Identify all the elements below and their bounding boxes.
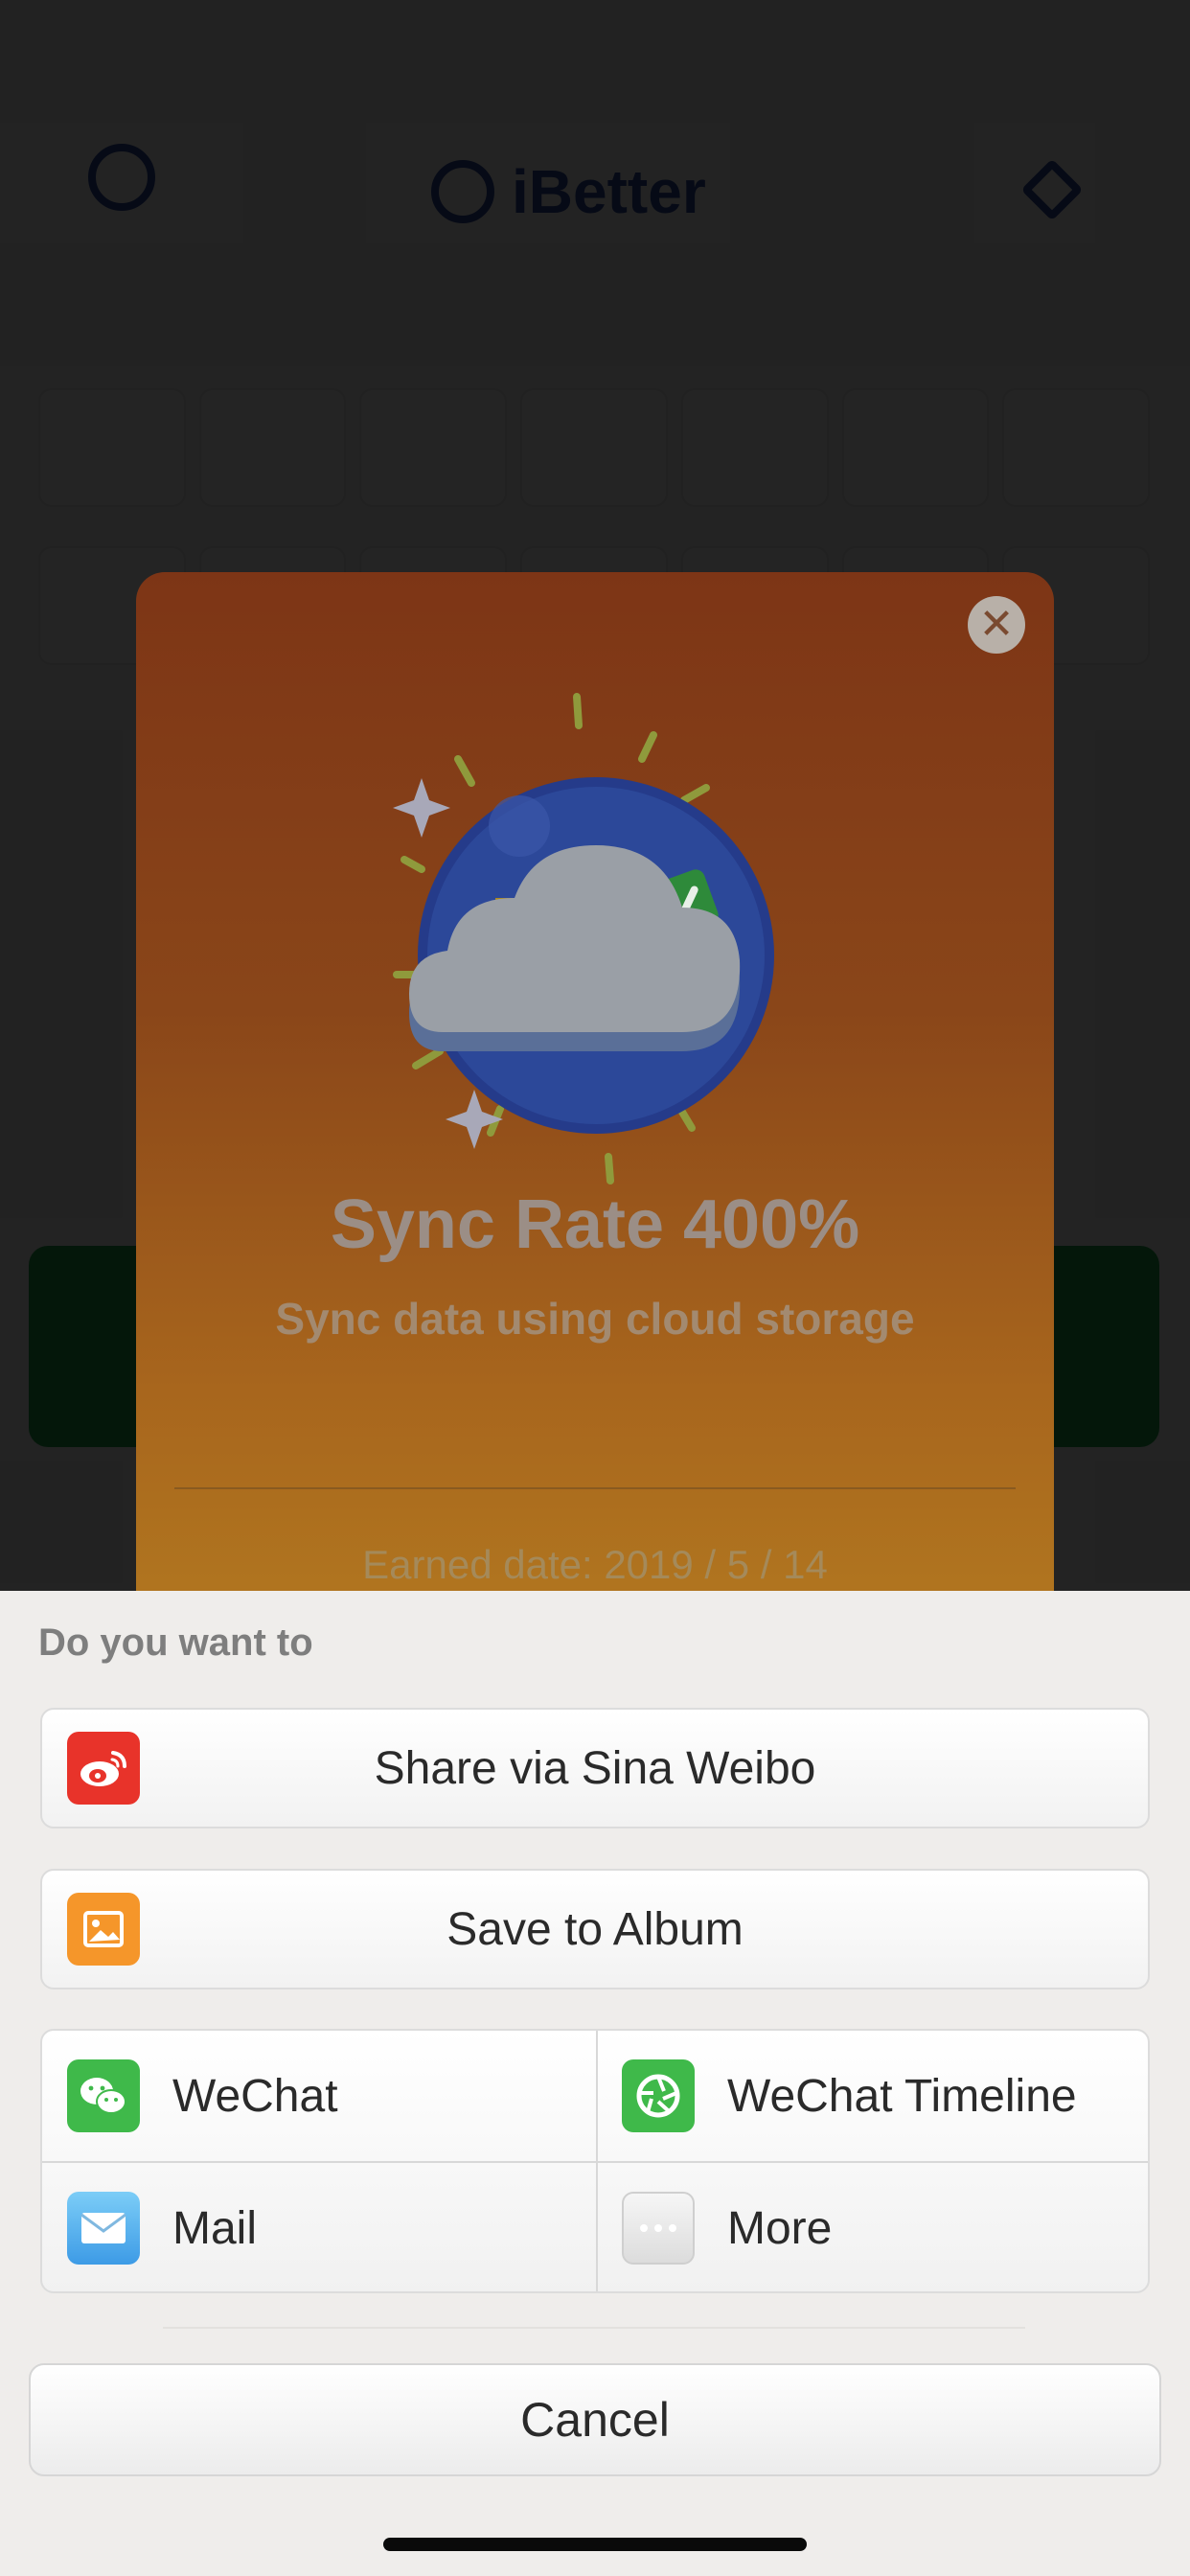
grid-divider bbox=[42, 2161, 1148, 2163]
mail-icon bbox=[67, 2192, 140, 2265]
earned-date: Earned date: 2019 / 5 / 14 bbox=[362, 1542, 828, 1587]
wechat-icon bbox=[67, 2059, 140, 2132]
divider bbox=[163, 2327, 1025, 2329]
close-icon[interactable]: ✕ bbox=[968, 596, 1025, 654]
divider bbox=[174, 1487, 1016, 1489]
share-mail-button[interactable]: Mail bbox=[42, 2163, 597, 2291]
cloud-trophy-badge-icon bbox=[393, 693, 774, 1184]
share-wechat-button[interactable]: WeChat bbox=[42, 2031, 597, 2162]
wechat-timeline-icon bbox=[622, 2059, 695, 2132]
share-mail-label: Mail bbox=[172, 2203, 258, 2254]
share-weibo-label: Share via Sina Weibo bbox=[374, 1742, 816, 1794]
share-wechat-timeline-label: WeChat Timeline bbox=[727, 2071, 1077, 2122]
cancel-button[interactable]: Cancel bbox=[29, 2363, 1161, 2476]
save-to-album-label: Save to Album bbox=[446, 1903, 744, 1955]
sheet-prompt: Do you want to bbox=[38, 1622, 313, 1664]
share-app-grid: WeChat WeChat Timeline Mail More bbox=[40, 2029, 1150, 2293]
home-indicator[interactable] bbox=[383, 2538, 807, 2551]
share-weibo-button[interactable]: Share via Sina Weibo bbox=[40, 1708, 1150, 1828]
share-more-label: More bbox=[727, 2203, 833, 2254]
share-wechat-label: WeChat bbox=[172, 2071, 338, 2122]
save-to-album-button[interactable]: Save to Album bbox=[40, 1869, 1150, 1990]
achievement-card: ✕ Sync Rate 400% Sync data using cloud s… bbox=[136, 572, 1054, 1665]
share-sheet: Do you want to Share via Sina Weibo Save… bbox=[0, 1591, 1190, 2576]
more-icon bbox=[622, 2192, 695, 2265]
share-more-button[interactable]: More bbox=[597, 2163, 1148, 2291]
share-wechat-timeline-button[interactable]: WeChat Timeline bbox=[597, 2031, 1148, 2162]
achievement-subtitle: Sync data using cloud storage bbox=[275, 1294, 915, 1344]
achievement-title: Sync Rate 400% bbox=[330, 1186, 860, 1263]
